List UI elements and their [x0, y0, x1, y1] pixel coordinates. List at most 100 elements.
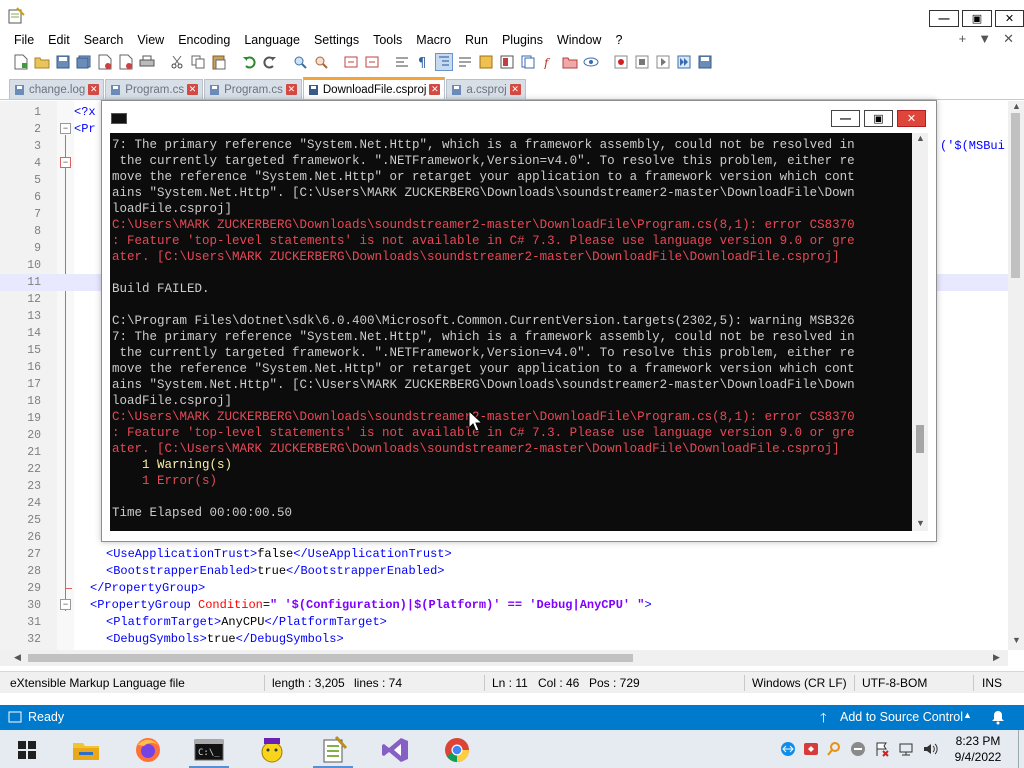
indent-guide-icon[interactable]: [435, 53, 453, 71]
document-list-icon[interactable]: [519, 53, 537, 71]
close-all-icon[interactable]: [117, 53, 135, 71]
scroll-left-arrow-icon[interactable]: ◀: [14, 652, 21, 663]
show-desktop-button[interactable]: [1018, 730, 1024, 768]
menu-edit[interactable]: Edit: [41, 31, 77, 49]
scroll-down-arrow-icon[interactable]: ▼: [916, 518, 925, 528]
menu-run[interactable]: Run: [458, 31, 495, 49]
add-to-source-control-button[interactable]: Add to Source Control: [840, 710, 963, 724]
print-icon[interactable]: [138, 53, 156, 71]
horizontal-scroll-thumb[interactable]: [28, 654, 633, 662]
menu-language[interactable]: Language: [237, 31, 307, 49]
taskbar-visual-studio[interactable]: [372, 732, 418, 768]
menu-macro[interactable]: Macro: [409, 31, 458, 49]
console-output[interactable]: 7: The primary reference "System.Net.Htt…: [110, 133, 912, 531]
tab-close-icon[interactable]: ✕: [187, 84, 199, 95]
tab-close-icon[interactable]: ✕: [285, 84, 297, 95]
taskbar-command-prompt[interactable]: C:\_: [186, 732, 232, 768]
close-file-icon[interactable]: [96, 53, 114, 71]
taskbar-notepad-plus-plus[interactable]: [310, 732, 356, 768]
folder-workspace-icon[interactable]: [561, 53, 579, 71]
status-encoding[interactable]: UTF-8-BOM: [862, 676, 927, 690]
close-button[interactable]: ✕: [995, 10, 1024, 27]
maximize-button[interactable]: ▣: [962, 10, 992, 27]
search-tray-icon[interactable]: [826, 741, 842, 757]
chrome-icon: [445, 738, 469, 763]
playback-macro-icon[interactable]: [654, 53, 672, 71]
redo-icon[interactable]: [261, 53, 279, 71]
editor-horizontal-scrollbar[interactable]: ◀ ▶: [0, 650, 1008, 666]
tab-close-icon[interactable]: ✕: [88, 84, 100, 95]
paste-icon[interactable]: [210, 53, 228, 71]
save-icon[interactable]: [54, 53, 72, 71]
menu-help[interactable]: ?: [608, 31, 629, 49]
run-macro-multiple-icon[interactable]: [675, 53, 693, 71]
taskbar-firefox[interactable]: [125, 732, 171, 768]
menu-window[interactable]: Window: [550, 31, 608, 49]
function-list-icon[interactable]: f: [540, 53, 558, 71]
taskbar-chrome[interactable]: [434, 732, 480, 768]
cut-icon[interactable]: [168, 53, 186, 71]
scroll-down-arrow-icon[interactable]: ▼: [1012, 635, 1021, 645]
find-icon[interactable]: [291, 53, 309, 71]
stop-recording-icon[interactable]: [633, 53, 651, 71]
scroll-up-arrow-icon[interactable]: ▲: [1012, 101, 1021, 111]
anydesk-tray-icon[interactable]: [803, 741, 819, 757]
undo-icon[interactable]: [240, 53, 258, 71]
record-macro-icon[interactable]: [612, 53, 630, 71]
taskbar-file-explorer[interactable]: [63, 732, 109, 768]
menu-plugins[interactable]: Plugins: [495, 31, 550, 49]
save-macro-icon[interactable]: [696, 53, 714, 71]
caret-up-icon[interactable]: ▲: [963, 710, 972, 720]
menu-encoding[interactable]: Encoding: [171, 31, 237, 49]
minimize-button[interactable]: —: [929, 10, 959, 27]
tab-a-csproj[interactable]: a.csproj ✕: [446, 79, 526, 99]
status-eol[interactable]: Windows (CR LF): [752, 676, 847, 690]
tab-program-cs-1[interactable]: Program.cs ✕: [105, 79, 204, 99]
open-file-icon[interactable]: [33, 53, 51, 71]
tab-change-log[interactable]: change.log ✕: [9, 79, 105, 99]
monitoring-icon[interactable]: [582, 53, 600, 71]
menu-view[interactable]: View: [130, 31, 171, 49]
notification-bell-icon[interactable]: [991, 710, 1005, 725]
flag-tray-icon[interactable]: [874, 741, 890, 757]
copy-icon[interactable]: [189, 53, 207, 71]
teamviewer-tray-icon[interactable]: [780, 741, 796, 757]
zoom-out-icon[interactable]: [363, 53, 381, 71]
console-minimize-button[interactable]: —: [831, 110, 860, 127]
replace-icon[interactable]: [312, 53, 330, 71]
user-language-icon[interactable]: [477, 53, 495, 71]
zoom-in-icon[interactable]: [342, 53, 360, 71]
scroll-right-arrow-icon[interactable]: ▶: [993, 652, 1000, 663]
vertical-scroll-thumb[interactable]: [1011, 113, 1020, 278]
taskbar-yahoo-messenger[interactable]: [249, 732, 295, 768]
menu-search[interactable]: Search: [77, 31, 131, 49]
taskbar-clock[interactable]: 8:23 PM 9/4/2022: [940, 733, 1016, 765]
new-file-icon[interactable]: [12, 53, 30, 71]
sync-vertical-icon[interactable]: [393, 53, 411, 71]
word-wrap-icon[interactable]: [456, 53, 474, 71]
scroll-up-arrow-icon[interactable]: ▲: [916, 133, 925, 143]
tab-close-icon[interactable]: ✕: [429, 84, 441, 95]
editor-vertical-scrollbar[interactable]: ▲ ▼: [1008, 101, 1024, 650]
volume-tray-icon[interactable]: [922, 741, 938, 757]
status-insert-mode[interactable]: INS: [982, 676, 1002, 690]
network-tray-icon[interactable]: [898, 741, 914, 757]
menu-tools[interactable]: Tools: [366, 31, 409, 49]
tab-list-dropdown-icon[interactable]: ▼: [978, 31, 991, 49]
save-all-icon[interactable]: [75, 53, 93, 71]
console-close-button[interactable]: ✕: [897, 110, 926, 127]
new-tab-plus-icon[interactable]: +: [959, 31, 967, 49]
tab-downloadfile-csproj[interactable]: DownloadFile.csproj ✕: [302, 77, 446, 99]
start-button[interactable]: [4, 732, 50, 768]
tab-close-icon[interactable]: ✕: [509, 84, 521, 95]
minus-circle-tray-icon[interactable]: [850, 741, 866, 757]
console-vertical-scrollbar[interactable]: ▲ ▼: [912, 133, 928, 531]
menu-file[interactable]: File: [0, 31, 41, 49]
show-all-characters-icon[interactable]: ¶: [414, 53, 432, 71]
console-scroll-thumb[interactable]: [916, 425, 924, 453]
document-map-icon[interactable]: [498, 53, 516, 71]
tab-program-cs-2[interactable]: Program.cs ✕: [204, 79, 302, 99]
close-document-icon[interactable]: ✕: [1003, 31, 1014, 49]
console-maximize-button[interactable]: ▣: [864, 110, 893, 127]
menu-settings[interactable]: Settings: [307, 31, 366, 49]
